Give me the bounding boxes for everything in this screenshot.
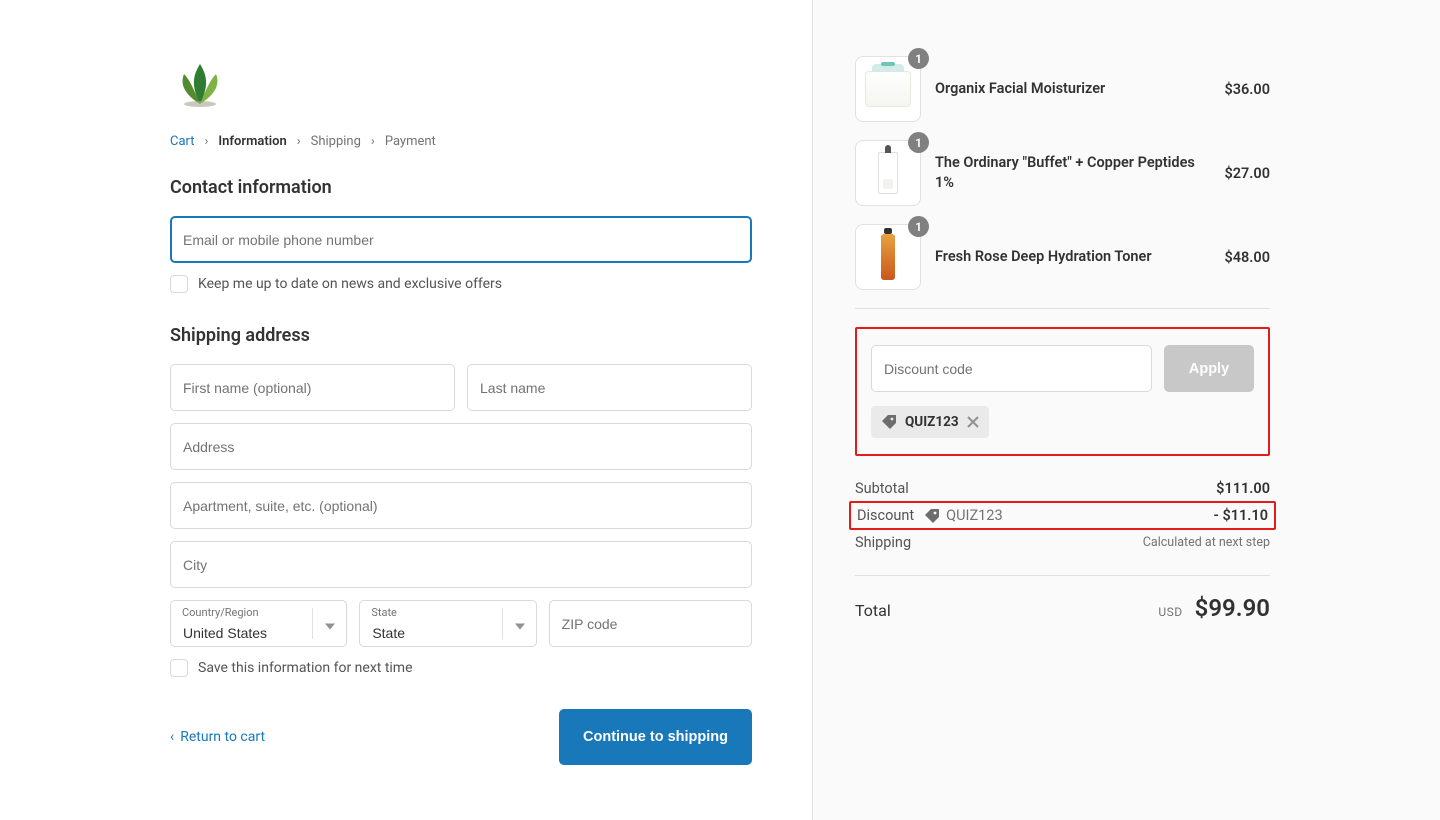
news-label: Keep me up to date on news and exclusive…: [198, 276, 502, 292]
total-label: Total: [855, 601, 891, 620]
breadcrumb-payment: Payment: [385, 134, 436, 149]
cart-item: 1 Organix Facial Moisturizer $36.00: [855, 56, 1270, 122]
state-select[interactable]: State: [359, 600, 536, 647]
discount-line-highlight: Discount QUIZ123 - $11.10: [849, 501, 1276, 530]
breadcrumb-shipping: Shipping: [311, 134, 361, 149]
item-name: The Ordinary "Buffet" + Copper Peptides …: [935, 153, 1210, 192]
last-name-field[interactable]: [467, 364, 752, 411]
chevron-left-icon: ‹: [170, 729, 174, 745]
return-label: Return to cart: [180, 729, 265, 745]
state-mini-label: State: [371, 606, 397, 619]
discount-label: Discount: [857, 507, 914, 524]
chevron-right-icon: ›: [297, 134, 301, 149]
apply-discount-button[interactable]: Apply: [1164, 345, 1254, 392]
applied-discount-chip: QUIZ123: [871, 406, 989, 438]
qty-badge: 1: [908, 48, 929, 69]
item-name: Fresh Rose Deep Hydration Toner: [935, 247, 1210, 267]
discount-code-field[interactable]: [871, 345, 1152, 392]
continue-to-shipping-button[interactable]: Continue to shipping: [559, 709, 752, 765]
qty-badge: 1: [908, 132, 929, 153]
country-select[interactable]: Country/Region: [170, 600, 347, 647]
shipping-note: Calculated at next step: [1143, 535, 1270, 550]
applied-code-label: QUIZ123: [905, 414, 959, 430]
return-to-cart-link[interactable]: ‹ Return to cart: [170, 729, 265, 745]
email-field[interactable]: [170, 216, 752, 263]
breadcrumb-cart[interactable]: Cart: [170, 134, 195, 149]
item-name: Organix Facial Moisturizer: [935, 79, 1210, 99]
city-field[interactable]: [170, 541, 752, 588]
shipping-label: Shipping: [855, 534, 911, 551]
store-logo[interactable]: [170, 56, 752, 112]
total-value: $99.90: [1195, 594, 1270, 622]
subtotal-label: Subtotal: [855, 480, 909, 497]
address-field[interactable]: [170, 423, 752, 470]
item-price: $48.00: [1224, 249, 1270, 266]
discount-section-highlight: Apply QUIZ123: [855, 327, 1270, 456]
qty-badge: 1: [908, 216, 929, 237]
item-price: $27.00: [1224, 165, 1270, 182]
save-info-label: Save this information for next time: [198, 660, 413, 676]
discount-code-text: QUIZ123: [946, 507, 1002, 524]
apartment-field[interactable]: [170, 482, 752, 529]
currency-label: USD: [1158, 605, 1182, 619]
divider: [855, 575, 1270, 576]
divider: [855, 308, 1270, 309]
tag-icon: [881, 414, 897, 430]
chevron-right-icon: ›: [371, 134, 375, 149]
shipping-heading: Shipping address: [170, 325, 752, 346]
item-price: $36.00: [1224, 81, 1270, 98]
breadcrumb: Cart › Information › Shipping › Payment: [170, 134, 752, 149]
subtotal-value: $111.00: [1216, 480, 1270, 497]
news-checkbox[interactable]: [170, 275, 188, 293]
save-info-checkbox[interactable]: [170, 659, 188, 677]
breadcrumb-information: Information: [218, 134, 286, 149]
contact-heading: Contact information: [170, 177, 752, 198]
country-mini-label: Country/Region: [182, 606, 259, 619]
tag-icon: [924, 508, 940, 524]
cart-item: 1 Fresh Rose Deep Hydration Toner $48.00: [855, 224, 1270, 290]
discount-value: - $11.10: [1214, 507, 1268, 524]
cart-item: 1 The Ordinary "Buffet" + Copper Peptide…: [855, 140, 1270, 206]
remove-discount-icon[interactable]: [967, 416, 979, 428]
first-name-field[interactable]: [170, 364, 455, 411]
zip-field[interactable]: [549, 600, 752, 647]
chevron-right-icon: ›: [205, 134, 209, 149]
